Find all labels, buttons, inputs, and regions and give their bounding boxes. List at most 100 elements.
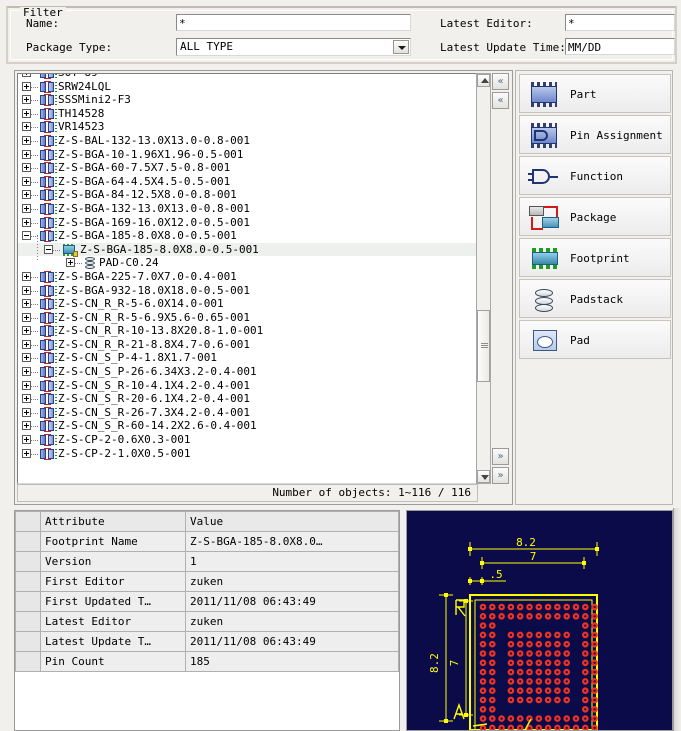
expand-icon[interactable] xyxy=(22,435,31,444)
tree-item[interactable]: Z-S-CN_S_R-10-4.1X4.2-0.4-001 xyxy=(18,379,477,393)
expand-icon[interactable] xyxy=(22,394,31,403)
expand-icon[interactable] xyxy=(22,381,31,390)
expand-icon[interactable] xyxy=(66,258,75,267)
tree-item[interactable]: Z-S-BGA-10-1.96X1.96-0.5-001 xyxy=(18,148,477,162)
tree-item[interactable]: Z-S-BGA-185-8.0X8.0-0.5-001 xyxy=(18,229,477,243)
attribute-row[interactable]: Pin Count185 xyxy=(16,652,399,672)
chevron-down-icon[interactable] xyxy=(393,40,409,54)
preview-right-scroll-rail[interactable] xyxy=(673,508,681,731)
button-pin-assignment[interactable]: Pin Assignment xyxy=(519,115,671,154)
tree-item[interactable]: Z-S-BGA-185-8.0X8.0-0.5-001 xyxy=(18,243,477,257)
button-footprint[interactable]: Footprint xyxy=(519,238,671,277)
tree-item[interactable]: Z-S-CN_S_P-4-1.8X1.7-001 xyxy=(18,351,477,365)
expand-icon[interactable] xyxy=(22,136,31,145)
tree-item[interactable]: PAD-C0.24 xyxy=(18,256,477,270)
expand-icon[interactable] xyxy=(22,190,31,199)
nav-prev-page-icon[interactable]: « xyxy=(492,92,509,109)
expand-icon[interactable] xyxy=(22,82,31,91)
nav-first-page-icon[interactable]: « xyxy=(492,73,509,90)
scroll-up-arrow-icon[interactable] xyxy=(477,74,490,87)
expand-icon[interactable] xyxy=(22,286,31,295)
tree-item[interactable]: Z-S-BGA-64-4.5X4.5-0.5-001 xyxy=(18,175,477,189)
tree-item[interactable]: Z-S-CN_R_R-5-6.0X14.0-001 xyxy=(18,297,477,311)
tree-item[interactable]: Z-S-BGA-84-12.5X8.0-0.8-001 xyxy=(18,188,477,202)
attribute-row[interactable]: Latest Update T…2011/11/08 06:43:49 xyxy=(16,632,399,652)
expand-icon[interactable] xyxy=(22,95,31,104)
expand-icon[interactable] xyxy=(22,421,31,430)
object-tree[interactable]: SOT-89SRW24LQLSSSMini2-F3TH14528VR14523Z… xyxy=(17,73,478,484)
expand-icon[interactable] xyxy=(22,408,31,417)
tree-connector xyxy=(31,209,39,210)
expand-icon[interactable] xyxy=(22,449,31,458)
latest-editor-input[interactable]: * xyxy=(565,14,675,31)
scroll-down-arrow-icon[interactable] xyxy=(477,470,490,483)
expand-icon[interactable] xyxy=(22,109,31,118)
button-function[interactable]: Function xyxy=(519,156,671,195)
expand-icon[interactable] xyxy=(22,272,31,281)
button-package[interactable]: Package xyxy=(519,197,671,236)
tree-item[interactable]: Z-S-BGA-169-16.0X12.0-0.5-001 xyxy=(18,216,477,230)
tree-item-label: Z-S-BGA-10-1.96X1.96-0.5-001 xyxy=(58,148,243,161)
tree-item[interactable]: Z-S-CP-2-1.0X0.5-001 xyxy=(18,447,477,461)
attribute-row[interactable]: First Editorzuken xyxy=(16,572,399,592)
expand-icon[interactable] xyxy=(22,299,31,308)
tree-item[interactable]: Z-S-CN_S_P-26-6.34X3.2-0.4-001 xyxy=(18,365,477,379)
attribute-row[interactable]: Footprint NameZ-S-BGA-185-8.0X8.0… xyxy=(16,532,399,552)
scrollbar-thumb[interactable] xyxy=(477,310,490,382)
tree-item[interactable]: Z-S-BGA-225-7.0X7.0-0.4-001 xyxy=(18,270,477,284)
tree-item[interactable]: Z-S-BGA-60-7.5X7.5-0.8-001 xyxy=(18,161,477,175)
button-pad[interactable]: Pad xyxy=(519,320,671,359)
value-column-header[interactable]: Value xyxy=(186,512,399,532)
row-header-cell[interactable] xyxy=(16,632,41,652)
expand-icon[interactable] xyxy=(22,204,31,213)
expand-icon[interactable] xyxy=(22,340,31,349)
tree-item[interactable]: SRW24LQL xyxy=(18,80,477,94)
expand-icon[interactable] xyxy=(22,150,31,159)
expand-icon[interactable] xyxy=(22,367,31,376)
expand-icon[interactable] xyxy=(22,73,31,77)
tree-item[interactable]: VR14523 xyxy=(18,120,477,134)
row-header-cell[interactable] xyxy=(16,572,41,592)
tree-item[interactable]: Z-S-CN_R_R-5-6.9X5.6-0.65-001 xyxy=(18,311,477,325)
row-header-cell[interactable] xyxy=(16,512,41,532)
button-padstack[interactable]: Padstack xyxy=(519,279,671,318)
tree-item[interactable]: Z-S-CN_S_R-26-7.3X4.2-0.4-001 xyxy=(18,406,477,420)
row-header-cell[interactable] xyxy=(16,612,41,632)
row-header-cell[interactable] xyxy=(16,532,41,552)
expand-icon[interactable] xyxy=(22,122,31,131)
nav-last-page-icon[interactable]: » xyxy=(492,467,509,484)
tree-item[interactable]: Z-S-BGA-132-13.0X13.0-0.8-001 xyxy=(18,202,477,216)
collapse-icon[interactable] xyxy=(22,231,31,240)
tree-item[interactable]: Z-S-CN_S_R-60-14.2X2.6-0.4-001 xyxy=(18,419,477,433)
package-type-select[interactable]: ALL TYPE xyxy=(176,38,411,56)
tree-item[interactable]: SSSMini2-F3 xyxy=(18,93,477,107)
expand-icon[interactable] xyxy=(22,177,31,186)
tree-item[interactable]: TH14528 xyxy=(18,107,477,121)
latest-update-time-input[interactable]: MM/DD xyxy=(565,38,675,55)
button-part[interactable]: Part xyxy=(519,74,671,113)
row-header-cell[interactable] xyxy=(16,652,41,672)
tree-item[interactable]: Z-S-CN_R_R-10-13.8X20.8-1.0-001 xyxy=(18,324,477,338)
collapse-icon[interactable] xyxy=(44,245,53,254)
row-header-cell[interactable] xyxy=(16,552,41,572)
footprint-preview[interactable]: 8.2 7 .5 8.2 7 xyxy=(406,510,673,731)
attribute-row[interactable]: First Updated T…2011/11/08 06:43:49 xyxy=(16,592,399,612)
attribute-column-header[interactable]: Attribute xyxy=(41,512,186,532)
expand-icon[interactable] xyxy=(22,353,31,362)
tree-item[interactable]: Z-S-CP-2-0.6X0.3-001 xyxy=(18,433,477,447)
tree-vertical-scrollbar[interactable] xyxy=(476,73,491,484)
attribute-row[interactable]: Latest Editorzuken xyxy=(16,612,399,632)
expand-icon[interactable] xyxy=(22,163,31,172)
expand-icon[interactable] xyxy=(22,326,31,335)
name-input[interactable]: * xyxy=(176,14,411,31)
tree-item[interactable]: SOT-89 xyxy=(18,73,477,80)
expand-icon[interactable] xyxy=(22,313,31,322)
nav-next-page-icon[interactable]: » xyxy=(492,448,509,465)
tree-item[interactable]: Z-S-CN_R_R-21-8.8X4.7-0.6-001 xyxy=(18,338,477,352)
expand-icon[interactable] xyxy=(22,218,31,227)
row-header-cell[interactable] xyxy=(16,592,41,612)
tree-item[interactable]: Z-S-CN_S_R-20-6.1X4.2-0.4-001 xyxy=(18,392,477,406)
tree-item[interactable]: Z-S-BAL-132-13.0X13.0-0.8-001 xyxy=(18,134,477,148)
attribute-row[interactable]: Version1 xyxy=(16,552,399,572)
tree-item[interactable]: Z-S-BGA-932-18.0X18.0-0.5-001 xyxy=(18,284,477,298)
